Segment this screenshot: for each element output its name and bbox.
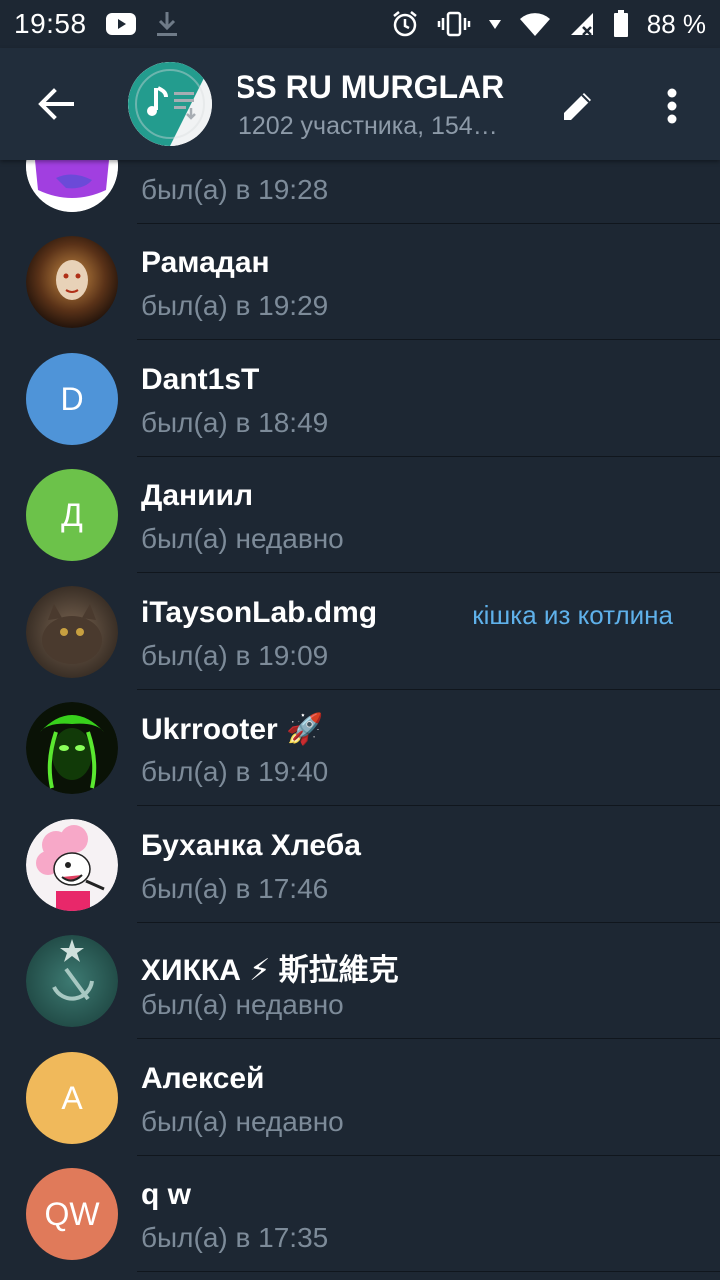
back-arrow-icon xyxy=(38,88,74,120)
avatar-initials: D xyxy=(60,380,84,417)
member-row[interactable]: ХИККА ⚡ 斯拉維克 был(а) недавно xyxy=(0,923,720,1039)
group-title: SS RU MURGLAR xyxy=(238,69,505,105)
member-row[interactable]: Рамадан был(а) в 19:29 xyxy=(0,224,720,340)
avatar-initials: QW xyxy=(44,1195,100,1232)
divider xyxy=(137,805,720,806)
member-status: был(а) в 17:46 xyxy=(141,873,329,904)
avatar: Д xyxy=(26,469,118,561)
status-bar: 19:58 88 % xyxy=(0,0,720,48)
avatar xyxy=(26,586,118,678)
member-name: Буханка Хлеба xyxy=(141,829,361,862)
battery-percent: 88 % xyxy=(646,8,706,39)
avatar xyxy=(26,819,118,911)
youtube-icon xyxy=(105,12,137,36)
member-name: ХИККА ⚡ 斯拉維克 xyxy=(141,954,399,987)
download-icon xyxy=(155,10,179,38)
member-name: iTaysonLab.dmg xyxy=(141,596,378,629)
battery-icon xyxy=(613,10,629,38)
avatar: D xyxy=(26,353,118,445)
avatar xyxy=(26,236,118,328)
member-name: Ukrrooter 🚀 xyxy=(141,713,324,746)
vibrate-icon xyxy=(437,10,471,38)
member-row[interactable]: iTaysonLab.dmg кішка из котлина был(а) в… xyxy=(0,574,720,690)
wifi-icon xyxy=(519,11,551,37)
avatar: А xyxy=(26,1052,118,1144)
member-row[interactable]: Д Даниил был(а) недавно xyxy=(0,457,720,573)
signal-icon xyxy=(488,18,501,30)
edit-button[interactable] xyxy=(552,80,604,132)
member-count: 1202 участника, 154… xyxy=(238,112,498,140)
member-status: был(а) в 19:09 xyxy=(141,640,329,671)
avatar xyxy=(26,160,118,212)
alarm-icon xyxy=(391,10,419,38)
avatar-initials: А xyxy=(61,1079,83,1116)
member-status: был(а) в 19:28 xyxy=(141,174,329,205)
member-status: был(а) в 17:35 xyxy=(141,1222,329,1253)
status-time: 19:58 xyxy=(14,8,87,39)
member-list[interactable]: был(а) в 19:28 Рамадан был(а) в 19:29 D … xyxy=(0,160,720,1280)
member-name: Рамадан xyxy=(141,246,270,279)
member-row[interactable]: был(а) в 19:28 xyxy=(0,160,720,224)
member-name: Алексей xyxy=(141,1062,265,1095)
member-status: был(а) недавно xyxy=(141,523,344,554)
chat-header: SS RU MURGLAR 1202 участника, 154… xyxy=(0,48,720,160)
member-status: был(а) в 19:29 xyxy=(141,290,329,321)
divider xyxy=(137,1271,720,1272)
member-status: был(а) в 19:40 xyxy=(141,756,329,787)
member-row[interactable]: Буханка Хлеба был(а) в 17:46 xyxy=(0,807,720,923)
member-row[interactable]: QW q w был(а) в 17:35 xyxy=(0,1156,720,1272)
member-status: был(а) недавно xyxy=(141,1106,344,1137)
avatar xyxy=(26,935,118,1027)
cell-signal-icon xyxy=(569,11,595,37)
member-name: q w xyxy=(141,1178,191,1211)
member-row[interactable]: D Dant1sT был(а) в 18:49 xyxy=(0,341,720,457)
header-text[interactable]: SS RU MURGLAR 1202 участника, 154… xyxy=(238,66,528,141)
group-avatar[interactable] xyxy=(128,62,212,146)
more-options-button[interactable] xyxy=(648,80,696,132)
avatar: QW xyxy=(26,1168,118,1260)
divider xyxy=(137,572,720,573)
member-status: был(а) недавно xyxy=(141,989,344,1020)
member-row[interactable]: Ukrrooter 🚀 был(а) в 19:40 xyxy=(0,690,720,806)
member-name: Даниил xyxy=(141,479,254,512)
member-status: был(а) в 18:49 xyxy=(141,407,329,438)
pencil-icon xyxy=(564,93,591,120)
avatar-initials: Д xyxy=(61,496,83,533)
more-vertical-icon xyxy=(667,88,677,124)
divider xyxy=(137,1038,720,1039)
back-button[interactable] xyxy=(28,78,84,130)
divider xyxy=(137,339,720,340)
avatar xyxy=(26,702,118,794)
member-name: Dant1sT xyxy=(141,363,260,396)
member-role-tag: кішка из котлина xyxy=(472,600,673,630)
member-row[interactable]: А Алексей был(а) недавно xyxy=(0,1040,720,1156)
